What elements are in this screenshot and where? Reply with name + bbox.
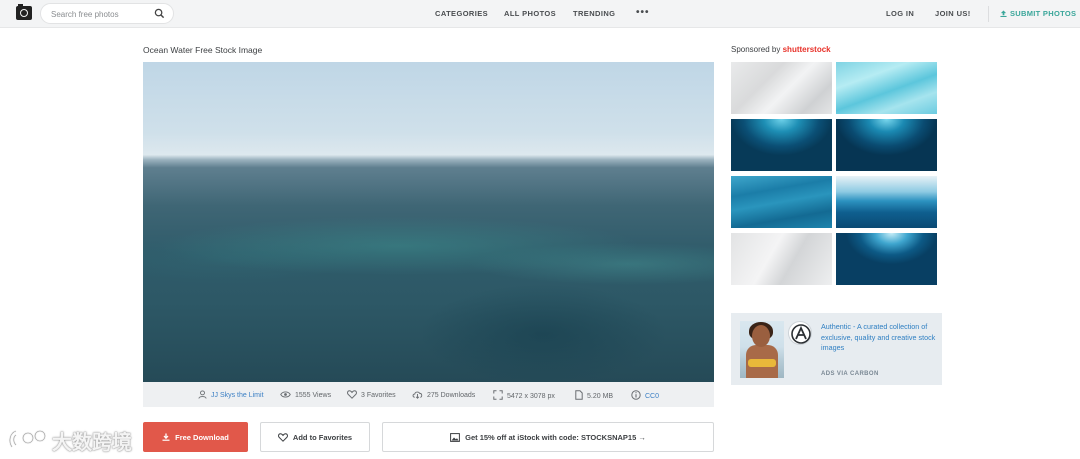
file-icon xyxy=(575,390,583,400)
download-icon xyxy=(162,433,170,441)
camera-logo-icon[interactable] xyxy=(16,4,32,20)
nav-divider xyxy=(988,6,989,22)
image-icon xyxy=(450,432,461,442)
submit-photos-link[interactable]: SUBMIT PHOTOS xyxy=(1000,9,1076,18)
eye-icon xyxy=(280,391,291,398)
add-to-favorites-button[interactable]: Add to Favorites xyxy=(260,422,370,452)
ad-via-label[interactable]: ADS VIA CARBON xyxy=(821,371,879,377)
carbon-ad[interactable]: Authentic - A curated collection of excl… xyxy=(731,313,942,385)
shutterstock-brand[interactable]: shutterstock xyxy=(783,45,831,54)
cloud-download-icon xyxy=(412,391,423,399)
sponsored-label: Sponsored by shutterstock xyxy=(731,45,831,54)
dimensions-value: 5472 x 3078 px xyxy=(507,393,555,400)
sponsored-thumbnail[interactable] xyxy=(731,233,832,285)
more-menu-icon[interactable]: ••• xyxy=(636,7,650,18)
filesize-value: 5.20 MB xyxy=(587,393,614,400)
page-title: Ocean Water Free Stock Image xyxy=(143,45,263,55)
heart-outline-icon xyxy=(277,432,288,442)
downloads-meta: 275 Downloads xyxy=(412,390,475,399)
ad-image-detail xyxy=(748,359,776,367)
info-icon xyxy=(631,390,641,400)
license-meta[interactable]: CC0 xyxy=(631,390,659,400)
downloads-count: 275 Downloads xyxy=(427,392,476,399)
heart-icon xyxy=(347,390,357,399)
top-nav-bar: CATEGORIES ALL PHOTOS TRENDING ••• LOG I… xyxy=(0,0,1080,28)
join-link[interactable]: JOIN US! xyxy=(935,9,971,18)
submit-photos-label: SUBMIT PHOTOS xyxy=(1010,9,1077,18)
istock-label: Get 15% off at iStock with code: STOCKSN… xyxy=(465,432,646,442)
photo-detail xyxy=(423,262,714,382)
upload-icon xyxy=(1000,10,1007,17)
favorites-count: 3 Favorites xyxy=(361,392,396,399)
watermark-text: 大数跨境 xyxy=(52,430,132,454)
sponsored-thumbnail[interactable] xyxy=(836,62,937,114)
search-icon[interactable] xyxy=(154,8,165,19)
free-download-button[interactable]: Free Download xyxy=(143,422,248,452)
sponsored-prefix: Sponsored by xyxy=(731,45,781,54)
ad-image[interactable] xyxy=(740,321,784,378)
search-input[interactable] xyxy=(51,7,151,21)
sponsored-thumbnail[interactable] xyxy=(836,233,937,285)
favorites-label: Add to Favorites xyxy=(292,432,353,442)
views-meta: 1555 Views xyxy=(280,390,331,399)
dimensions-meta: 5472 x 3078 px xyxy=(493,390,555,400)
expand-icon xyxy=(493,390,503,400)
sponsored-thumbnail[interactable] xyxy=(836,119,937,171)
login-link[interactable]: LOG IN xyxy=(886,9,914,18)
main-photo[interactable] xyxy=(143,62,714,382)
sponsored-thumbnail[interactable] xyxy=(731,119,832,171)
istock-promo-button[interactable]: Get 15% off at iStock with code: STOCKSN… xyxy=(382,422,714,452)
ad-text[interactable]: Authentic - A curated collection of excl… xyxy=(821,322,937,354)
photo-meta-bar: JJ Skys the Limit 1555 Views 3 Favorites… xyxy=(143,382,714,407)
views-count: 1555 Views xyxy=(295,392,332,399)
watermark-logo-icon xyxy=(8,429,47,448)
sponsored-thumbnail[interactable] xyxy=(731,176,832,228)
ad-logo-icon[interactable] xyxy=(788,321,812,345)
user-icon xyxy=(198,390,207,399)
nav-trending[interactable]: TRENDING xyxy=(573,9,615,18)
nav-all-photos[interactable]: ALL PHOTOS xyxy=(504,9,556,18)
a-logo-icon xyxy=(791,324,811,344)
filesize-meta: 5.20 MB xyxy=(575,390,613,400)
sponsored-thumbnail[interactable] xyxy=(836,176,937,228)
favorites-meta: 3 Favorites xyxy=(347,390,396,399)
nav-categories[interactable]: CATEGORIES xyxy=(435,9,488,18)
ad-image-detail xyxy=(752,325,770,347)
sponsored-thumbnail[interactable] xyxy=(731,62,832,114)
author-meta[interactable]: JJ Skys the Limit xyxy=(198,390,264,399)
search-box[interactable] xyxy=(40,3,174,24)
license-value: CC0 xyxy=(645,393,660,400)
author-name: JJ Skys the Limit xyxy=(211,392,264,399)
download-label: Free Download xyxy=(175,432,229,442)
